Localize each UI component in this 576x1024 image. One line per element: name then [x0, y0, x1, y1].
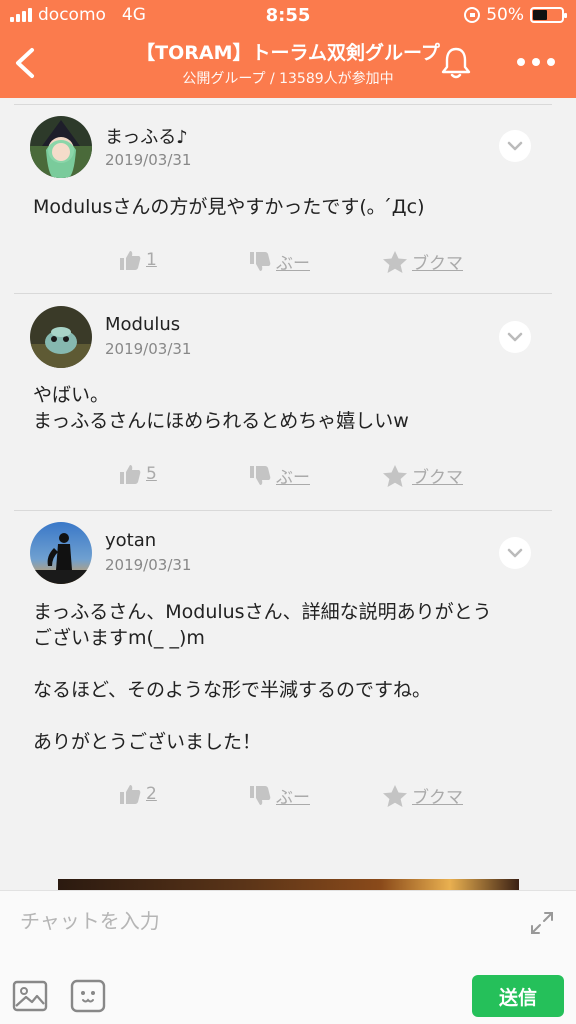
- bookmark-label: ブクマ: [412, 468, 463, 488]
- post-menu-button[interactable]: [499, 321, 531, 353]
- status-bar: docomo 4G 8:55 50%: [0, 0, 576, 32]
- boo-label: ぶー: [276, 468, 310, 488]
- image-attach-button[interactable]: [12, 980, 48, 1012]
- author-name[interactable]: yotan: [105, 530, 156, 551]
- bell-icon: [441, 47, 471, 79]
- post-actions: 5 ぶー ブクマ: [0, 463, 576, 493]
- boo-label: ぶー: [276, 254, 310, 274]
- post-body: まっふるさん、Modulusさん、詳細な説明ありがとう ございますm(_ _)m…: [33, 599, 546, 755]
- post-line: [33, 703, 546, 729]
- bookmark-button[interactable]: ブクマ: [382, 783, 463, 808]
- notification-button[interactable]: [438, 44, 474, 80]
- app-header: docomo 4G 8:55 50% 【TORAM】トーラム双剣グループ 公開グ…: [0, 0, 576, 98]
- like-button[interactable]: 1: [118, 249, 157, 271]
- chat-input[interactable]: [20, 905, 500, 937]
- post-feed[interactable]: まっふる♪ 2019/03/31 Modulusさんの方が見やすかったです(｡ …: [0, 98, 576, 890]
- post-actions: 1 ぶー ブクマ: [0, 249, 576, 279]
- battery-icon: [530, 7, 567, 23]
- author-name[interactable]: Modulus: [105, 314, 180, 335]
- expand-button[interactable]: [528, 909, 556, 937]
- page-title: 【TORAM】トーラム双剣グループ: [136, 42, 440, 64]
- chevron-down-icon: [507, 548, 523, 558]
- post-body: Modulusさんの方が見やすかったです(｡ ´Дc): [33, 194, 546, 220]
- avatar[interactable]: [30, 306, 92, 368]
- thumbs-up-icon: [120, 785, 141, 804]
- thumbs-down-icon: [250, 465, 271, 485]
- post-line: なるほど、そのような形で半減するのですね。: [33, 679, 432, 701]
- post-date: 2019/03/31: [105, 556, 192, 574]
- like-count: 5: [146, 464, 157, 484]
- image-icon: [12, 980, 48, 1012]
- orientation-lock-icon: [464, 7, 481, 23]
- battery-percent: 50%: [486, 5, 524, 25]
- avatar[interactable]: [30, 116, 92, 178]
- divider: [14, 510, 552, 511]
- post-line: Modulusさんの方が見やすかったです(｡ ´Дc): [33, 196, 425, 218]
- thumbs-up-icon: [120, 465, 141, 484]
- star-icon: [383, 784, 407, 807]
- more-button[interactable]: [514, 50, 558, 74]
- bookmark-button[interactable]: ブクマ: [382, 463, 463, 488]
- author-name[interactable]: まっふる♪: [105, 123, 188, 149]
- avatar[interactable]: [30, 522, 92, 584]
- post-body: やばい。 まっふるさんにほめられるとめちゃ嬉しいw: [33, 382, 546, 434]
- post-date: 2019/03/31: [105, 151, 192, 169]
- boo-button[interactable]: ぶー: [248, 249, 310, 274]
- back-button[interactable]: [10, 40, 46, 86]
- chevron-left-icon: [16, 48, 34, 78]
- divider: [14, 104, 552, 105]
- emoji-icon: [70, 979, 106, 1013]
- boo-button[interactable]: ぶー: [248, 783, 310, 808]
- status-right: 50%: [464, 5, 567, 25]
- chevron-down-icon: [507, 141, 523, 151]
- post-line: まっふるさん、Modulusさん、詳細な説明ありがとう: [33, 601, 492, 623]
- post-actions: 2 ぶー ブクマ: [0, 783, 576, 813]
- thumbs-down-icon: [250, 785, 271, 805]
- post-line: やばい。: [33, 384, 110, 406]
- thumbs-up-icon: [120, 251, 141, 270]
- bookmark-label: ブクマ: [412, 254, 463, 274]
- like-count: 2: [146, 784, 157, 804]
- chevron-down-icon: [507, 332, 523, 342]
- bookmark-button[interactable]: ブクマ: [382, 249, 463, 274]
- compose-bar: 送信: [0, 890, 576, 1024]
- more-dots-icon: [517, 58, 555, 66]
- nav-title-block: 【TORAM】トーラム双剣グループ 公開グループ / 13589人が参加中: [80, 38, 496, 88]
- post-menu-button[interactable]: [499, 130, 531, 162]
- image-preview[interactable]: [58, 879, 519, 890]
- post-date: 2019/03/31: [105, 340, 192, 358]
- post-line: まっふるさんにほめられるとめちゃ嬉しいw: [33, 410, 409, 432]
- post-menu-button[interactable]: [499, 537, 531, 569]
- like-button[interactable]: 5: [118, 463, 157, 485]
- send-button[interactable]: 送信: [472, 975, 564, 1017]
- star-icon: [383, 464, 407, 487]
- star-icon: [383, 250, 407, 273]
- boo-label: ぶー: [276, 788, 310, 808]
- stamp-button[interactable]: [70, 979, 106, 1013]
- post-line: [33, 651, 546, 677]
- expand-icon: [531, 912, 553, 934]
- like-count: 1: [146, 250, 157, 270]
- divider: [14, 293, 552, 294]
- boo-button[interactable]: ぶー: [248, 463, 310, 488]
- like-button[interactable]: 2: [118, 783, 157, 805]
- bookmark-label: ブクマ: [412, 788, 463, 808]
- thumbs-down-icon: [250, 251, 271, 271]
- post-line: ございますm(_ _)m: [33, 627, 205, 649]
- post-line: ありがとうございました！: [33, 731, 262, 753]
- page-subtitle: 公開グループ / 13589人が参加中: [182, 71, 394, 87]
